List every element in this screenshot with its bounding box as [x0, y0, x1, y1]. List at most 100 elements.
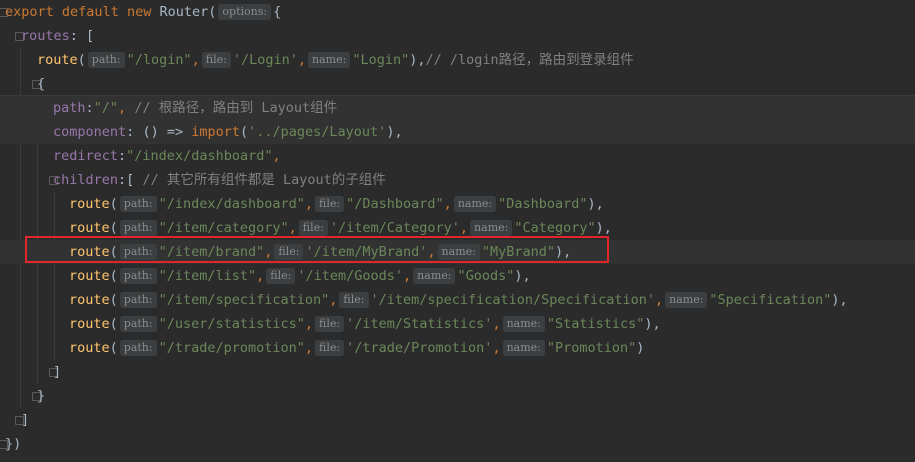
keyword: export — [5, 4, 54, 20]
param-hint: name: — [308, 52, 351, 68]
comma: , — [459, 220, 469, 236]
comma: , — [654, 292, 664, 308]
comma: , — [256, 268, 265, 284]
code-line-7[interactable]: redirect:"/index/dashboard", — [53, 144, 281, 168]
param-hint: name: — [453, 196, 497, 212]
param-hint: path: — [119, 220, 157, 236]
string: '/item/Goods' — [297, 268, 404, 284]
paren: ( — [109, 316, 118, 332]
paren: ( — [109, 340, 118, 356]
param-hint: path: — [87, 52, 125, 68]
string: '/item/specification/Specification' — [370, 292, 655, 308]
string: "Category" — [514, 220, 596, 236]
indent-guide — [54, 192, 55, 360]
string: "/" — [93, 100, 119, 116]
punct: :[ — [118, 172, 135, 188]
param-hint: name: — [413, 268, 456, 284]
code-line-5[interactable]: path:"/", // 根路径，路由到 Layout组件 — [0, 96, 915, 120]
function-call: route — [69, 340, 110, 356]
comma: , — [272, 148, 281, 164]
paren: ( — [109, 196, 118, 212]
comma: , — [304, 340, 314, 356]
string: "Dashboard" — [498, 196, 588, 212]
code-line-4[interactable]: { — [37, 72, 45, 96]
code-line-9[interactable]: route(path: "/index/dashboard", file: "/Das… — [69, 192, 604, 216]
colon: : — [126, 124, 135, 140]
string: '../pages/Layout' — [248, 124, 387, 140]
comma: , — [118, 100, 127, 116]
param-hint: file: — [315, 316, 345, 332]
paren: ), — [595, 220, 612, 236]
colon: : — [118, 148, 127, 164]
string: "/login" — [126, 52, 192, 68]
param-hint: options: — [218, 4, 272, 20]
brace: }) — [5, 436, 22, 452]
string: "/trade/promotion" — [158, 340, 305, 356]
string: '/item/Statistics' — [346, 316, 493, 332]
brace: { — [273, 4, 282, 20]
arrow-function: () => — [142, 124, 184, 140]
comma: , — [329, 292, 338, 308]
function-call: route — [37, 52, 78, 68]
string: "Specification" — [709, 292, 832, 308]
param-hint: name: — [502, 316, 545, 332]
paren: ) — [636, 340, 645, 356]
paren: ( — [240, 124, 249, 140]
comment: // 其它所有组件都是 Layout的子组件 — [142, 172, 386, 188]
property: routes — [21, 28, 70, 44]
code-line-19[interactable]: }) — [5, 432, 21, 456]
paren: ), — [514, 268, 531, 284]
code-line-8[interactable]: children:[ // 其它所有组件都是 Layout的子组件 — [53, 168, 386, 192]
bracket: ] — [21, 412, 30, 428]
param-hint: path: — [119, 268, 157, 284]
string: "/item/list" — [158, 268, 257, 284]
paren: ), — [409, 52, 426, 68]
string: "Goods" — [457, 268, 515, 284]
code-line-15[interactable]: route(path: "/trade/promotion", file: '/tra… — [69, 336, 644, 360]
punct: : [ — [69, 28, 95, 44]
code-line-1[interactable]: export default new Router(options:{ — [5, 0, 281, 24]
comment: // 根路径，路由到 Layout组件 — [134, 100, 338, 116]
keyword: import — [191, 124, 240, 140]
param-hint: name: — [470, 220, 513, 236]
param-hint: name: — [665, 292, 708, 308]
function-call: route — [69, 220, 110, 236]
param-hint: file: — [339, 292, 369, 308]
property: path — [53, 100, 86, 116]
paren: ), — [587, 196, 604, 212]
bracket: ] — [53, 364, 62, 380]
code-line-16[interactable]: ] — [53, 360, 61, 384]
comma: , — [492, 340, 501, 356]
string: '/Login' — [232, 52, 298, 68]
comma: , — [443, 196, 452, 212]
code-line-3[interactable]: route(path: "/login", file: '/Login', name: "… — [37, 48, 634, 72]
paren: ), — [644, 316, 661, 332]
code-line-17[interactable]: } — [37, 384, 45, 408]
string: "/item/category" — [158, 220, 289, 236]
function-call: route — [69, 316, 110, 332]
string: "/Dashboard" — [346, 196, 444, 212]
comma: , — [191, 52, 200, 68]
string: "/index/dashboard" — [126, 148, 273, 164]
code-line-14[interactable]: route(path: "/user/statistics", file: '/ite… — [69, 312, 661, 336]
code-line-6[interactable]: component: () => import('../pages/Layout… — [0, 120, 915, 144]
code-line-13[interactable]: route(path: "/item/specification", file: '/… — [69, 288, 848, 312]
class-name: Router — [159, 4, 209, 20]
function-call: route — [69, 268, 110, 284]
paren: ( — [208, 4, 217, 20]
code-line-18[interactable]: ] — [21, 408, 29, 432]
function-call: route — [69, 196, 110, 212]
paren: ), — [831, 292, 848, 308]
code-line-2[interactable]: routes: [ — [21, 24, 94, 48]
code-editor[interactable]: export default new Router(options:{ rout… — [0, 0, 915, 462]
paren: ( — [109, 268, 118, 284]
code-line-12[interactable]: route(path: "/item/list", file: '/item/Good… — [69, 264, 531, 288]
string: "/user/statistics" — [158, 316, 305, 332]
paren: ( — [109, 220, 118, 236]
string: "Login" — [352, 52, 410, 68]
comma: , — [288, 220, 297, 236]
highlight-annotation-box — [25, 236, 609, 263]
comma: , — [403, 268, 412, 284]
string: "Promotion" — [546, 340, 637, 356]
function-call: route — [69, 292, 110, 308]
